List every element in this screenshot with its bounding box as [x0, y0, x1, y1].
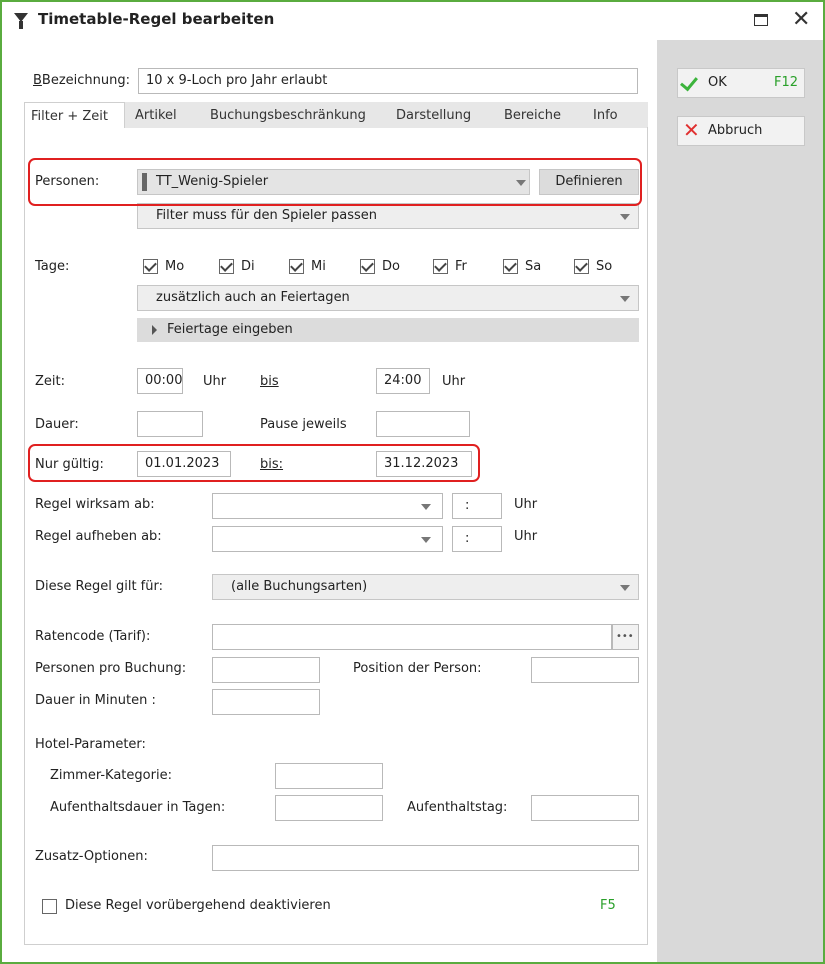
pause-input[interactable]	[376, 411, 470, 437]
zeit-from-input[interactable]: 00:00	[137, 368, 183, 394]
maximize-icon[interactable]	[754, 14, 768, 26]
wirksam-time-input[interactable]: :	[452, 493, 502, 519]
feiertage-expander[interactable]: Feiertage eingeben	[137, 318, 639, 342]
aufheben-date-select[interactable]	[212, 526, 443, 552]
action-panel: OK F12 ✕ Abbruch	[657, 40, 823, 962]
chevron-down-icon	[620, 585, 630, 591]
wirksam-unit: Uhr	[514, 497, 538, 512]
bezeichnung-input[interactable]: 10 x 9-Loch pro Jahr erlaubt	[138, 68, 638, 94]
gueltig-bis-label: bis:	[260, 457, 284, 472]
window-title: Timetable-Regel bearbeiten	[38, 10, 275, 28]
personen-label: Personen:	[35, 174, 100, 189]
tab-bar: Filter + Zeit Artikel Buchungsbeschränku…	[24, 102, 648, 128]
ok-button[interactable]: OK F12	[677, 68, 805, 98]
dauer-minuten-input[interactable]	[212, 689, 320, 715]
group-marker-icon	[142, 173, 147, 191]
aufenthaltstag-label: Aufenthaltstag:	[407, 800, 508, 815]
feiertage-select[interactable]: zusätzlich auch an Feiertagen	[137, 285, 639, 311]
deactivate-checkbox[interactable]	[42, 899, 57, 914]
chevron-down-icon	[421, 504, 431, 510]
dialog-window: Timetable-Regel bearbeiten ✕ BBezeichnun…	[0, 0, 825, 964]
aufenthalt-input[interactable]	[275, 795, 383, 821]
ratencode-input[interactable]	[212, 624, 612, 650]
form-panel: BBezeichnung: 10 x 9-Loch pro Jahr erlau…	[2, 40, 657, 962]
zimmer-input[interactable]	[275, 763, 383, 789]
wirksam-date-select[interactable]	[212, 493, 443, 519]
gueltig-from-input[interactable]: 01.01.2023	[137, 451, 231, 477]
cancel-x-icon: ✕	[683, 118, 700, 142]
bezeichnung-label: BBezeichnung:	[33, 73, 131, 88]
tab-filter-zeit[interactable]: Filter + Zeit	[24, 102, 125, 128]
wirksam-label: Regel wirksam ab:	[35, 497, 155, 512]
tage-label: Tage:	[35, 259, 70, 274]
aufenthaltstag-input[interactable]	[531, 795, 639, 821]
dauer-minuten-label: Dauer in Minuten :	[35, 693, 156, 708]
aufheben-unit: Uhr	[514, 529, 538, 544]
zimmer-label: Zimmer-Kategorie:	[50, 768, 172, 783]
position-input[interactable]	[531, 657, 639, 683]
personen-select[interactable]: TT_Wenig-Spieler	[137, 169, 530, 195]
position-label: Position der Person:	[353, 661, 482, 676]
zeit-unit2: Uhr	[442, 374, 466, 389]
personen-filter-select[interactable]: Filter muss für den Spieler passen	[137, 203, 639, 229]
gueltig-to-input[interactable]: 31.12.2023	[376, 451, 472, 477]
tab-darstellung[interactable]: Darstellung	[396, 108, 471, 123]
gilt-fuer-label: Diese Regel gilt für:	[35, 579, 163, 594]
gueltig-label: Nur gültig:	[35, 457, 104, 472]
ratencode-browse-button[interactable]: •••	[612, 624, 639, 650]
chevron-down-icon	[421, 537, 431, 543]
cancel-button[interactable]: ✕ Abbruch	[677, 116, 805, 146]
zeit-label: Zeit:	[35, 374, 65, 389]
hotel-label: Hotel-Parameter:	[35, 737, 146, 752]
title-bar: Timetable-Regel bearbeiten ✕	[2, 2, 823, 40]
ratencode-label: Ratencode (Tarif):	[35, 629, 151, 644]
aufheben-time-input[interactable]: :	[452, 526, 502, 552]
dauer-label: Dauer:	[35, 417, 79, 432]
personen-buchung-input[interactable]	[212, 657, 320, 683]
zeit-bis-label: bis	[260, 374, 279, 389]
dauer-input[interactable]	[137, 411, 203, 437]
tab-info[interactable]: Info	[593, 108, 618, 123]
deactivate-label: Diese Regel vorübergehend deaktivieren	[65, 898, 331, 913]
aufheben-label: Regel aufheben ab:	[35, 529, 162, 544]
personen-buchung-label: Personen pro Buchung:	[35, 661, 187, 676]
close-icon[interactable]: ✕	[792, 8, 810, 32]
tab-content: Personen: TT_Wenig-Spieler Definieren Fi…	[24, 127, 648, 945]
chevron-right-icon	[152, 325, 157, 335]
gilt-fuer-select[interactable]: (alle Buchungsarten)	[212, 574, 639, 600]
aufenthalt-label: Aufenthaltsdauer in Tagen:	[50, 800, 226, 815]
tab-bereiche[interactable]: Bereiche	[504, 108, 561, 123]
definieren-button[interactable]: Definieren	[539, 169, 639, 195]
filter-icon	[14, 13, 28, 29]
chevron-down-icon	[516, 180, 526, 186]
zeit-unit: Uhr	[203, 374, 227, 389]
zeit-to-input[interactable]: 24:00	[376, 368, 430, 394]
zusatz-label: Zusatz-Optionen:	[35, 849, 148, 864]
deactivate-shortcut: F5	[600, 898, 616, 913]
chevron-down-icon	[620, 296, 630, 302]
zusatz-input[interactable]	[212, 845, 639, 871]
check-icon	[680, 72, 698, 92]
tab-buchungsbeschraenkung[interactable]: Buchungsbeschränkung	[210, 108, 366, 123]
chevron-down-icon	[620, 214, 630, 220]
tab-artikel[interactable]: Artikel	[135, 108, 177, 123]
pause-label: Pause jeweils	[260, 417, 347, 432]
